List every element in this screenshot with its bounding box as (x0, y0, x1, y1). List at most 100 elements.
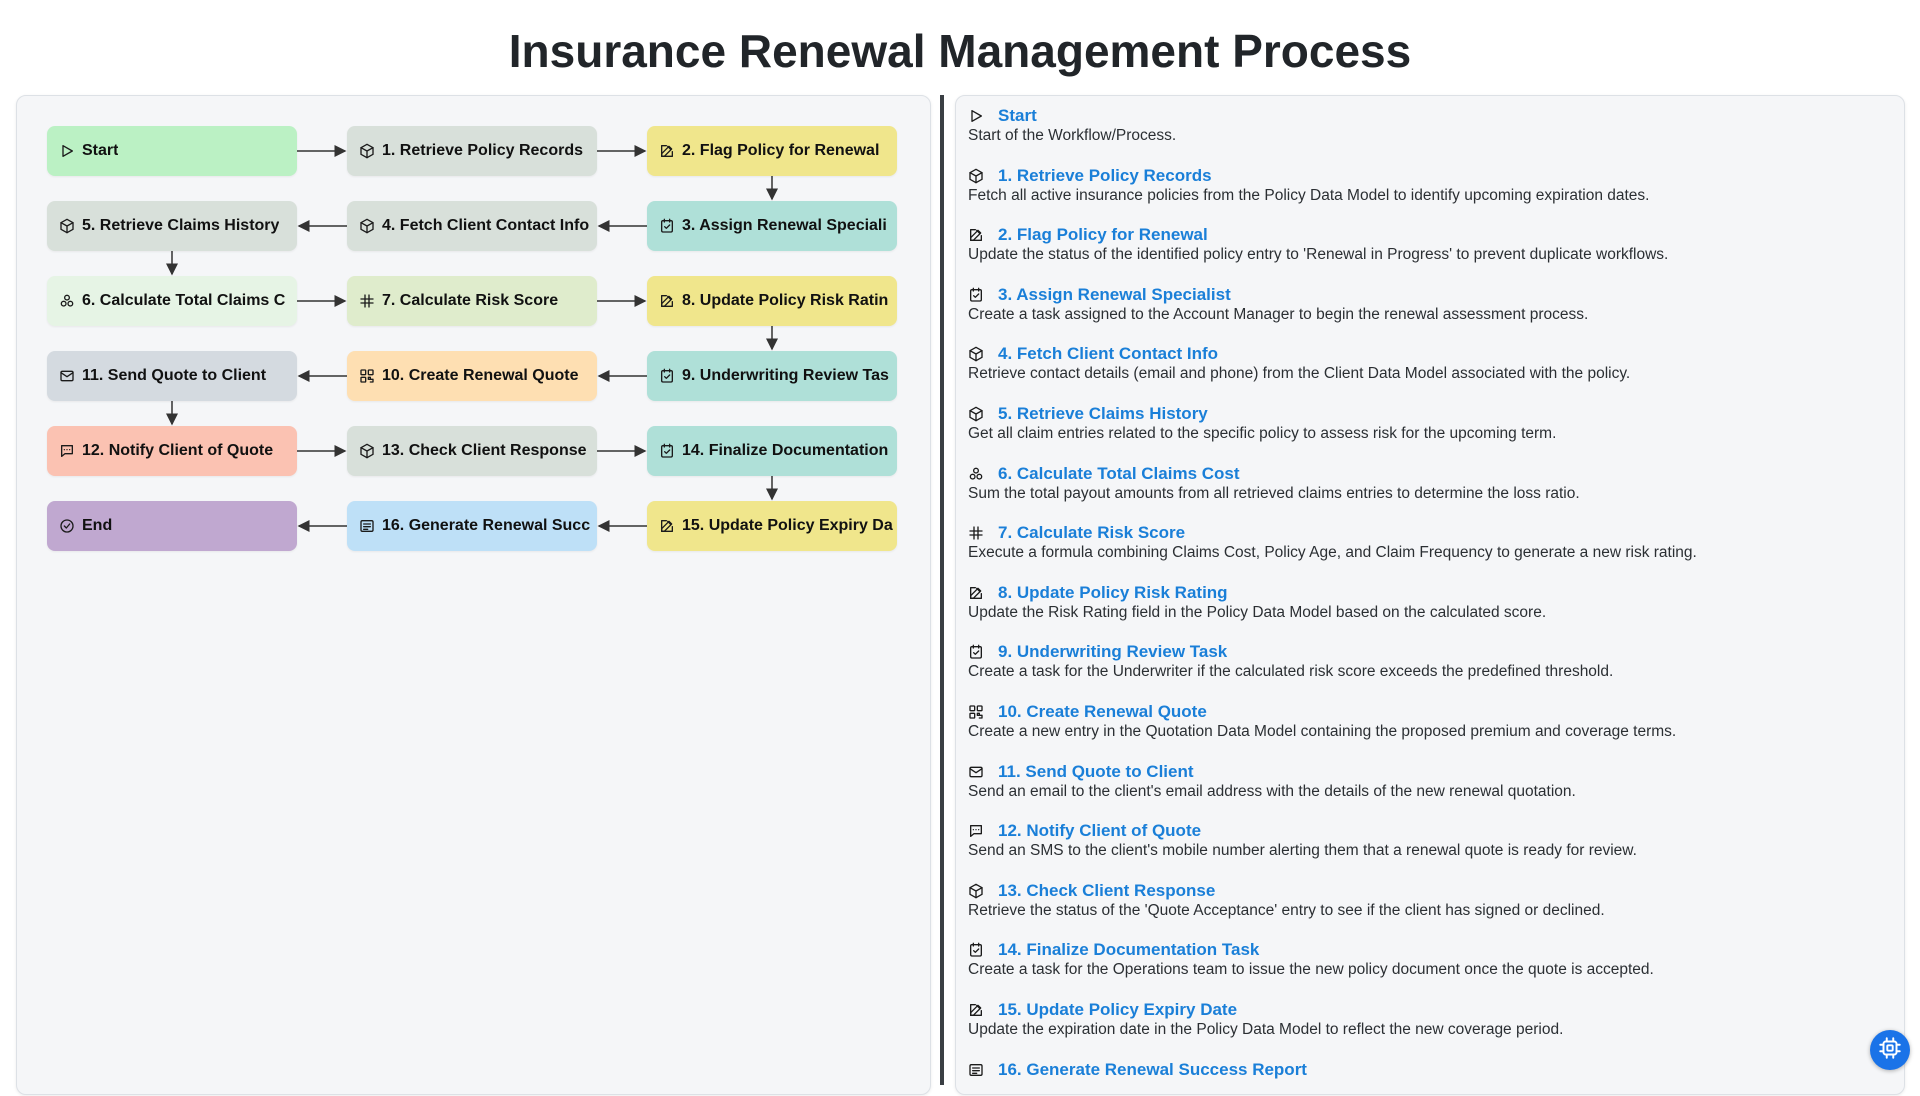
step-description: Send an SMS to the client's mobile numbe… (968, 842, 1637, 860)
step-details-panel: Start Start of the Workflow/Process. 1. Re… (955, 95, 1905, 1095)
step-item: 16. Generate Renewal Success Report (968, 1060, 1307, 1081)
flow-node-n11[interactable]: 11. Send Quote to Client (47, 351, 297, 401)
flow-node-n5[interactable]: 5. Retrieve Claims History (47, 201, 297, 251)
step-title-link[interactable]: 3. Assign Renewal Specialist (998, 285, 1231, 305)
step-item: Start Start of the Workflow/Process. (968, 106, 1176, 145)
formula-icon (968, 525, 984, 541)
step-item: 5. Retrieve Claims History Get all claim … (968, 404, 1556, 443)
flow-node-n13[interactable]: 13. Check Client Response (347, 426, 597, 476)
step-title-link[interactable]: 12. Notify Client of Quote (998, 821, 1201, 841)
flow-node-label: Start (82, 142, 119, 159)
edit-icon (968, 1002, 984, 1018)
step-title-link[interactable]: 8. Update Policy Risk Rating (998, 583, 1228, 603)
step-title-link[interactable]: 6. Calculate Total Claims Cost (998, 464, 1240, 484)
task-icon (659, 218, 675, 234)
flow-node-n16[interactable]: 16. Generate Renewal Succ (347, 501, 597, 551)
flow-node-n15[interactable]: 15. Update Policy Expiry Da (647, 501, 897, 551)
step-item: 10. Create Renewal Quote Create a new ent… (968, 702, 1676, 741)
flow-node-n8[interactable]: 8. Update Policy Risk Ratin (647, 276, 897, 326)
cube-icon (968, 406, 984, 422)
step-description: Retrieve the status of the 'Quote Accept… (968, 901, 1605, 919)
task-icon (968, 644, 984, 660)
aggregate-icon (59, 293, 75, 309)
step-description: Update the expiration date in the Policy… (968, 1021, 1564, 1038)
mail-icon (59, 368, 75, 384)
step-item: 1. Retrieve Policy Records Fetch all acti… (968, 166, 1649, 205)
help-button[interactable] (1870, 1030, 1910, 1070)
flow-node-n1[interactable]: 1. Retrieve Policy Records (347, 126, 597, 176)
flow-node-n9[interactable]: 9. Underwriting Review Tas (647, 351, 897, 401)
step-title-link[interactable]: 5. Retrieve Claims History (998, 404, 1208, 424)
step-item: 2. Flag Policy for Renewal Update the sta… (968, 225, 1668, 264)
step-title-link[interactable]: 1. Retrieve Policy Records (998, 166, 1212, 186)
flow-node-n4[interactable]: 4. Fetch Client Contact Info (347, 201, 597, 251)
cube-icon (968, 346, 984, 362)
task-icon (968, 942, 984, 958)
flow-node-label: 4. Fetch Client Contact Info (382, 217, 590, 234)
flowchart-panel: Start 1. Retrieve Policy Records 2. Flag P… (16, 95, 931, 1095)
panel-divider[interactable] (940, 95, 944, 1085)
step-description: Update the status of the identified poli… (968, 246, 1669, 264)
cube-icon (968, 883, 984, 899)
step-description: Get all claim entries related to the spe… (968, 425, 1557, 442)
formula-icon (359, 293, 375, 309)
step-item: 3. Assign Renewal Specialist Create a tas… (968, 285, 1588, 324)
flow-node-label: 12. Notify Client of Quote (82, 442, 274, 459)
step-title-link[interactable]: 4. Fetch Client Contact Info (998, 344, 1218, 364)
task-icon (659, 443, 675, 459)
aggregate-icon (968, 466, 984, 482)
play-icon (59, 143, 75, 159)
flow-node-n7[interactable]: 7. Calculate Risk Score (347, 276, 597, 326)
flow-node-label: 16. Generate Renewal Succ (382, 517, 591, 534)
flow-node-start[interactable]: Start (47, 126, 297, 176)
step-item: 15. Update Policy Expiry Date Update the … (968, 1000, 1563, 1039)
step-item: 9. Underwriting Review Task Create a task… (968, 642, 1613, 681)
flow-node-n2[interactable]: 2. Flag Policy for Renewal (647, 126, 897, 176)
step-description: Execute a formula combining Claims Cost,… (968, 544, 1697, 562)
step-description: Send an email to the client's email addr… (968, 782, 1576, 800)
step-title-link[interactable]: 15. Update Policy Expiry Date (998, 1000, 1237, 1020)
step-title-link[interactable]: Start (998, 106, 1037, 126)
flow-node-n3[interactable]: 3. Assign Renewal Speciali (647, 201, 897, 251)
step-title-link[interactable]: 11. Send Quote to Client (998, 762, 1194, 782)
cube-icon (359, 443, 375, 459)
flow-node-label: 8. Update Policy Risk Ratin (682, 292, 889, 309)
flow-node-label: End (82, 517, 113, 534)
step-description: Fetch all active insurance policies from… (968, 186, 1650, 204)
step-item: 11. Send Quote to Client Send an email to… (968, 762, 1576, 801)
step-title-link[interactable]: 10. Create Renewal Quote (998, 702, 1207, 722)
flow-node-label: 9. Underwriting Review Tas (682, 367, 889, 384)
page-title: Insurance Renewal Management Process (508, 25, 1412, 77)
report-icon (359, 518, 375, 534)
check-circle-icon (59, 518, 75, 534)
flow-node-label: 15. Update Policy Expiry Da (682, 517, 893, 534)
flow-node-n6[interactable]: 6. Calculate Total Claims C (47, 276, 297, 326)
message-icon (968, 823, 984, 839)
step-title-link[interactable]: 2. Flag Policy for Renewal (998, 225, 1208, 245)
task-icon (659, 368, 675, 384)
step-item: 6. Calculate Total Claims Cost Sum the to… (968, 464, 1580, 503)
step-title-link[interactable]: 7. Calculate Risk Score (998, 523, 1185, 543)
step-description: Create a task for the Underwriter if the… (968, 663, 1614, 681)
cube-icon (359, 143, 375, 159)
flow-node-n10[interactable]: 10. Create Renewal Quote (347, 351, 597, 401)
edit-icon (968, 585, 984, 601)
step-item: 13. Check Client Response Retrieve the st… (968, 881, 1605, 920)
flow-node-end[interactable]: End (47, 501, 297, 551)
flow-node-label: 10. Create Renewal Quote (382, 367, 579, 384)
cube-icon (359, 218, 375, 234)
play-icon (968, 108, 984, 124)
step-title-link[interactable]: 9. Underwriting Review Task (998, 642, 1227, 662)
flow-node-label: 3. Assign Renewal Speciali (682, 217, 887, 234)
message-icon (59, 443, 75, 459)
step-title-link[interactable]: 14. Finalize Documentation Task (998, 940, 1259, 960)
flow-node-n14[interactable]: 14. Finalize Documentation (647, 426, 897, 476)
step-item: 8. Update Policy Risk Rating Update the R… (968, 583, 1546, 622)
grid-icon (359, 368, 375, 384)
flow-node-n12[interactable]: 12. Notify Client of Quote (47, 426, 297, 476)
chip-icon (1877, 1035, 1903, 1066)
step-title-link[interactable]: 16. Generate Renewal Success Report (998, 1060, 1307, 1080)
cube-icon (59, 218, 75, 234)
step-title-link[interactable]: 13. Check Client Response (998, 881, 1215, 901)
step-item: 7. Calculate Risk Score Execute a formula… (968, 523, 1697, 562)
